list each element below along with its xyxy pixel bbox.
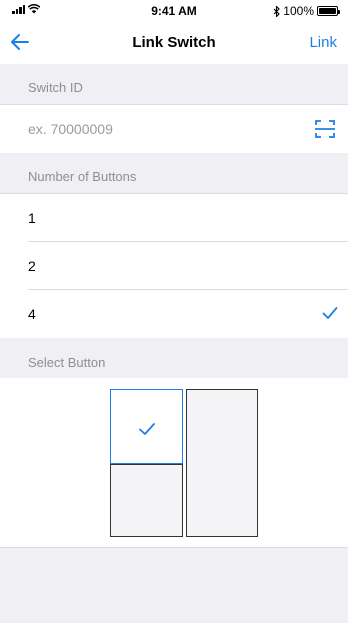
select-button-header: Select Button xyxy=(0,338,348,379)
switch-button-right[interactable] xyxy=(186,389,258,537)
switch-id-header-label: Switch ID xyxy=(28,80,83,95)
scan-frame-icon[interactable] xyxy=(314,119,336,139)
number-of-buttons-header: Number of Buttons xyxy=(0,153,348,194)
link-button[interactable]: Link xyxy=(309,34,337,51)
nav-bar: Link Switch Link xyxy=(0,20,348,64)
status-bar: 9:41 AM 100% xyxy=(0,0,348,20)
checkmark-icon xyxy=(322,307,338,319)
switch-button-selector xyxy=(0,378,348,548)
battery-icon xyxy=(317,6,340,16)
battery-percent: 100% xyxy=(283,4,314,18)
option-label: 2 xyxy=(28,258,36,274)
switch-id-field[interactable]: ex. 70000009 xyxy=(0,105,348,153)
option-label: 1 xyxy=(28,210,36,226)
option-label: 4 xyxy=(28,306,36,322)
bluetooth-icon xyxy=(273,5,281,17)
page-title: Link Switch xyxy=(132,34,216,51)
option-row[interactable]: 1 xyxy=(0,194,348,242)
status-right: 100% xyxy=(273,4,340,18)
option-row[interactable]: 2 xyxy=(0,242,348,290)
number-of-buttons-header-label: Number of Buttons xyxy=(28,169,137,184)
switch-button-bottom-left[interactable] xyxy=(110,464,183,537)
checkmark-icon xyxy=(139,423,155,435)
battery-fill xyxy=(319,8,336,14)
option-row-selected[interactable]: 4 xyxy=(0,290,348,338)
switch-id-placeholder[interactable]: ex. 70000009 xyxy=(28,121,113,137)
select-button-header-label: Select Button xyxy=(28,355,106,370)
switch-id-header: Switch ID xyxy=(0,64,348,105)
switch-button-top-left[interactable] xyxy=(110,389,183,464)
